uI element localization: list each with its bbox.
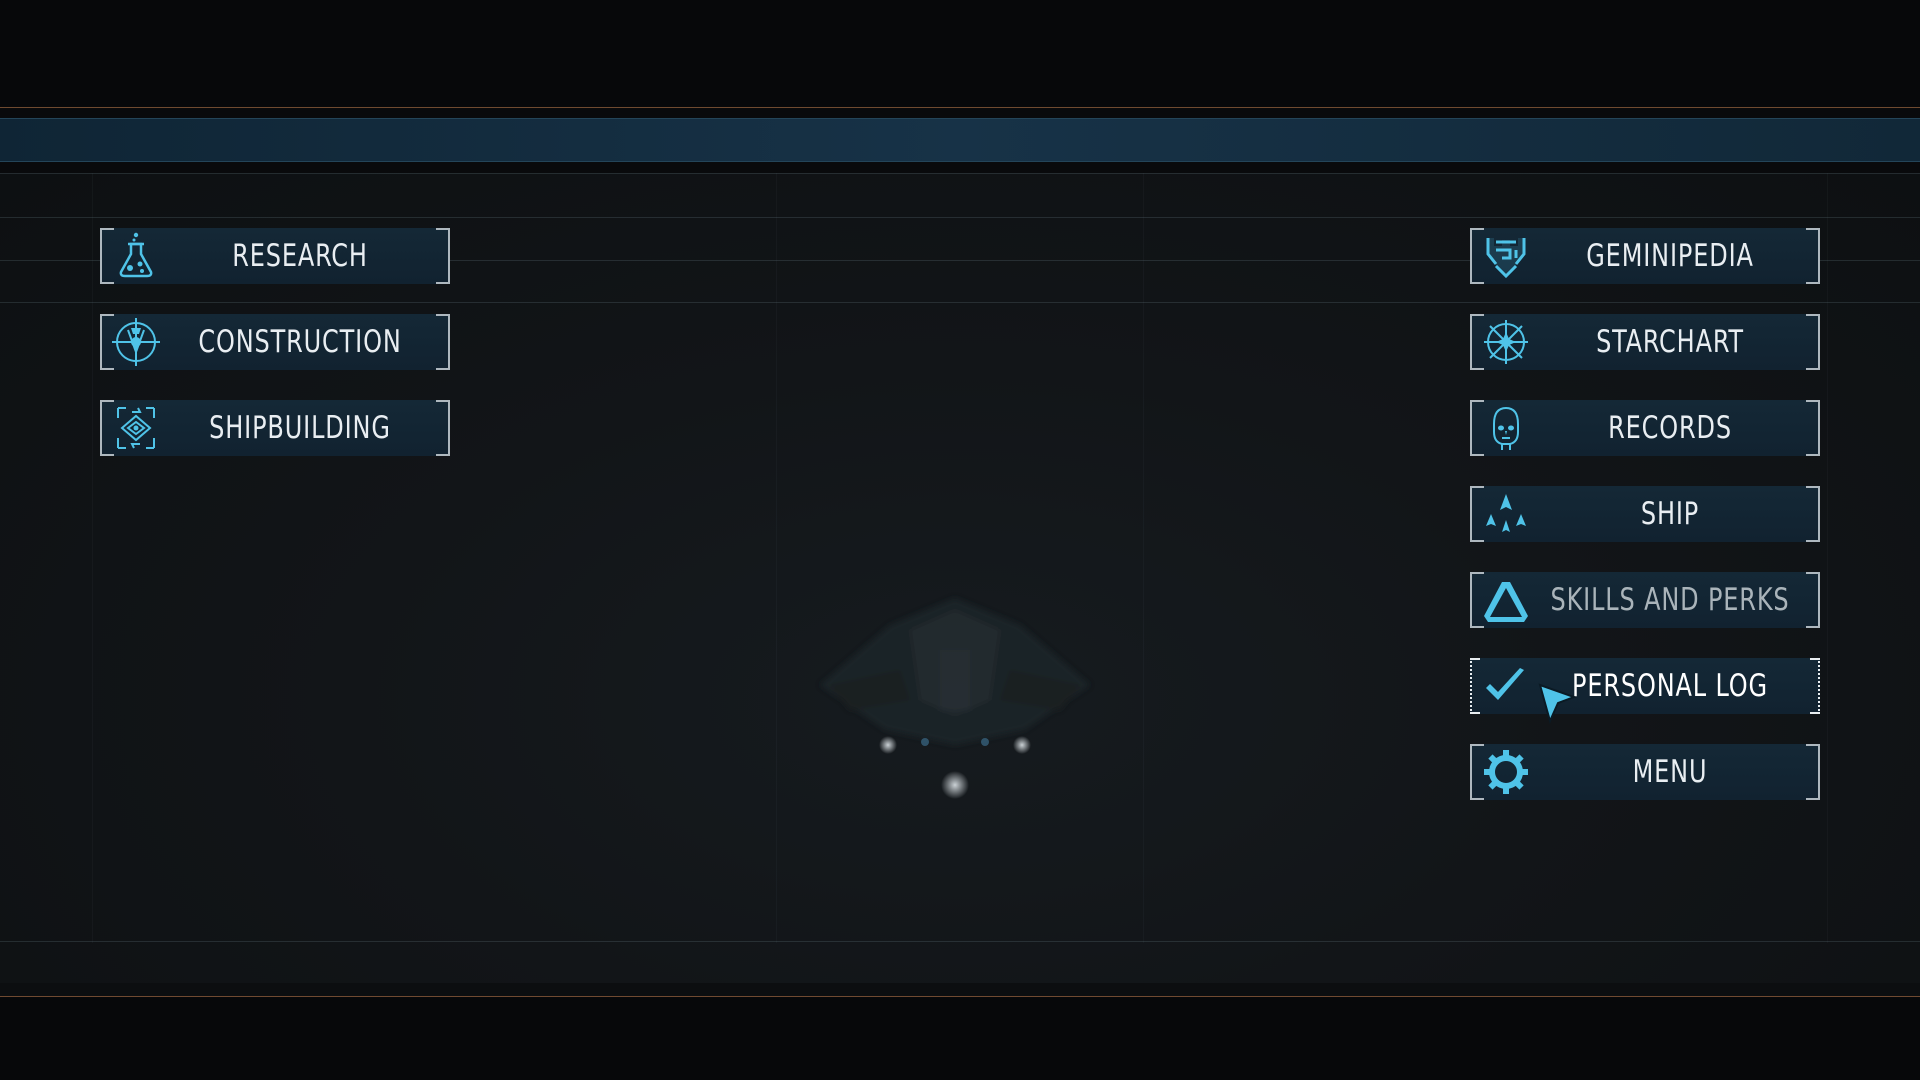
gear-icon <box>1484 750 1528 794</box>
grid-line <box>0 941 1920 942</box>
construction-button[interactable]: CONSTRUCTION <box>100 314 450 370</box>
grid-line <box>0 302 1920 303</box>
top-letterbox <box>0 0 1920 107</box>
grid-line <box>1827 173 1828 943</box>
ship-label: SHIP <box>1640 496 1700 532</box>
grid-line <box>776 173 777 943</box>
triangle-icon <box>1484 582 1528 622</box>
starchart-label: STARCHART <box>1596 324 1744 360</box>
bottom-letterbox <box>0 997 1920 1080</box>
ship-silhouette <box>820 598 1090 799</box>
flask-icon <box>119 232 153 278</box>
bottom-strip <box>0 983 1920 997</box>
geminipedia-button[interactable]: GEMINIPEDIA <box>1470 228 1820 284</box>
game-screen: RESEARCH CONSTRUCTION SHIPBUILDING GEMIN… <box>0 0 1920 1080</box>
checkmark-icon <box>1486 668 1524 700</box>
skills-and-perks-label: SKILLS AND PERKS <box>1550 582 1790 618</box>
grid-line <box>0 217 1920 218</box>
grid-line <box>1143 173 1144 943</box>
records-label: RECORDS <box>1608 410 1732 446</box>
geminipedia-icon <box>1486 238 1526 279</box>
ship-formation-icon <box>1486 494 1526 532</box>
ship-button[interactable]: SHIP <box>1470 486 1820 542</box>
construction-label: CONSTRUCTION <box>198 324 402 360</box>
records-button[interactable]: RECORDS <box>1470 400 1820 456</box>
header-strip <box>0 118 1920 162</box>
grid-line <box>92 173 93 943</box>
shipbuilding-button[interactable]: SHIPBUILDING <box>100 400 450 456</box>
menu-label: MENU <box>1632 754 1708 790</box>
research-label: RESEARCH <box>232 238 368 274</box>
menu-button[interactable]: MENU <box>1470 744 1820 800</box>
skills-and-perks-button[interactable]: SKILLS AND PERKS <box>1470 572 1820 628</box>
geminipedia-label: GEMINIPEDIA <box>1586 238 1754 274</box>
grid-line <box>0 173 1920 174</box>
research-button[interactable]: RESEARCH <box>100 228 450 284</box>
mouse-cursor <box>1538 683 1577 724</box>
crosshair-pin-icon <box>112 318 160 366</box>
star-compass-icon <box>1484 320 1528 364</box>
ship-blueprint-icon <box>117 407 155 449</box>
shipbuilding-label: SHIPBUILDING <box>209 410 391 446</box>
personal-log-button[interactable]: PERSONAL LOG <box>1470 658 1820 714</box>
starchart-button[interactable]: STARCHART <box>1470 314 1820 370</box>
personal-log-label: PERSONAL LOG <box>1572 668 1768 704</box>
head-profile-icon <box>1493 406 1519 450</box>
top-accent-line <box>0 107 1920 108</box>
